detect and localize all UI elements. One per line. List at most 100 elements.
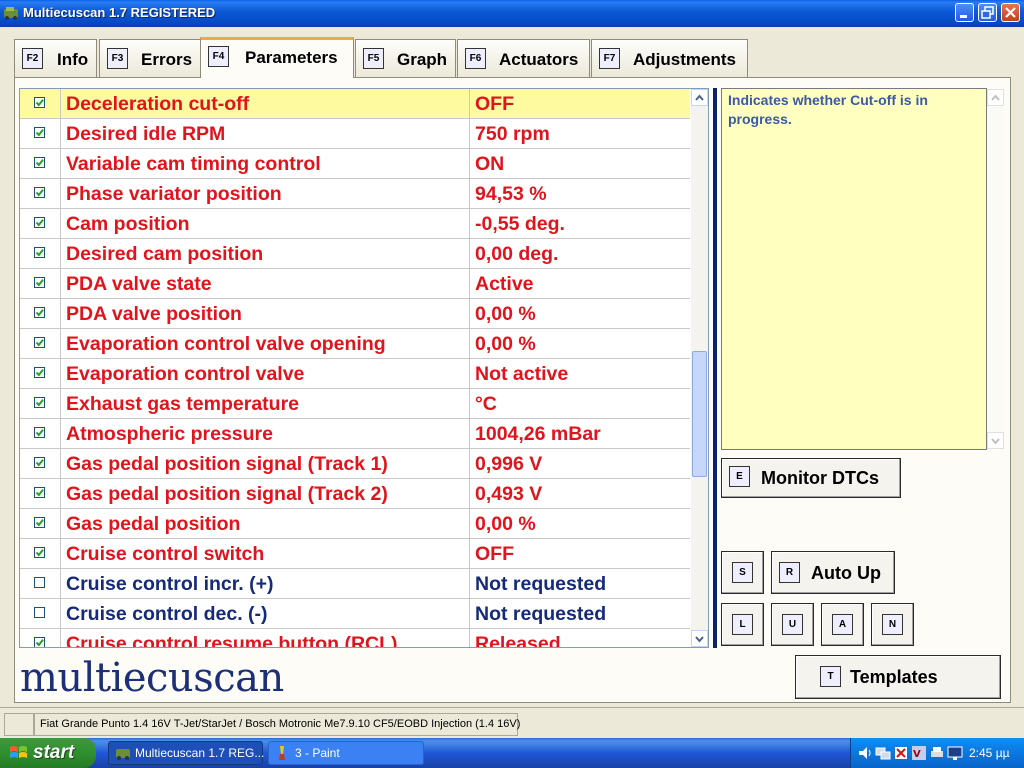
- tab-errors[interactable]: F3 Errors: [99, 39, 201, 77]
- parameter-row[interactable]: Cam position -0,55 deg.: [20, 209, 690, 239]
- checkbox-unchecked[interactable]: [34, 607, 45, 618]
- a-button[interactable]: A: [821, 603, 864, 646]
- column-separator: [469, 269, 470, 298]
- checkbox-checked[interactable]: [34, 427, 45, 438]
- checkbox-checked[interactable]: [34, 517, 45, 528]
- checkbox-checked[interactable]: [34, 547, 45, 558]
- checkbox-cell: [20, 209, 61, 238]
- checkmark-icon: [35, 339, 44, 347]
- checkbox-checked[interactable]: [34, 487, 45, 498]
- n-button[interactable]: N: [871, 603, 914, 646]
- checkmark-icon: [35, 399, 44, 407]
- tab-parameters-label: Parameters: [245, 48, 338, 67]
- column-separator: [469, 329, 470, 358]
- checkbox-checked[interactable]: [34, 187, 45, 198]
- antivirus-icon[interactable]: V: [911, 745, 927, 761]
- title-bar: Multiecuscan 1.7 REGISTERED: [0, 0, 1024, 27]
- parameter-row[interactable]: Desired cam position 0,00 deg.: [20, 239, 690, 269]
- checkbox-cell: [20, 539, 61, 568]
- tab-adjustments[interactable]: F7 Adjustments: [591, 39, 748, 77]
- printer-icon[interactable]: [929, 745, 945, 761]
- parameter-row[interactable]: Gas pedal position signal (Track 2) 0,493…: [20, 479, 690, 509]
- parameter-row[interactable]: Cruise control switch OFF: [20, 539, 690, 569]
- checkbox-checked[interactable]: [34, 367, 45, 378]
- tab-info-label: Info: [57, 50, 89, 69]
- checkbox-checked[interactable]: [34, 97, 45, 108]
- taskbar-item-paint[interactable]: 3 - Paint: [268, 741, 424, 765]
- u-button[interactable]: U: [771, 603, 814, 646]
- parameter-row[interactable]: Deceleration cut-off OFF: [20, 89, 690, 119]
- checkmark-icon: [35, 309, 44, 317]
- auto-up-button[interactable]: R Auto Up: [771, 551, 895, 594]
- parameter-list[interactable]: Deceleration cut-off OFF Desired idle RPM 7…: [19, 88, 709, 648]
- parameter-row[interactable]: Cruise control dec. (-) Not requested: [20, 599, 690, 629]
- parameter-row[interactable]: Exhaust gas temperature °C: [20, 389, 690, 419]
- checkbox-checked[interactable]: [34, 277, 45, 288]
- taskbar-item-multiecuscan[interactable]: Multiecuscan 1.7 REG...: [108, 741, 264, 765]
- parameter-name: Cam position: [66, 213, 190, 235]
- parameter-row[interactable]: Atmospheric pressure 1004,26 mBar: [20, 419, 690, 449]
- parameter-list-scrollbar[interactable]: [691, 89, 708, 647]
- s-button[interactable]: S: [721, 551, 764, 594]
- parameter-row[interactable]: Cruise control incr. (+) Not requested: [20, 569, 690, 599]
- tab-info[interactable]: F2 Info: [14, 39, 97, 77]
- tab-actuators[interactable]: F6 Actuators: [457, 39, 590, 77]
- column-separator: [469, 359, 470, 388]
- desc-scroll-down-icon[interactable]: [987, 432, 1004, 449]
- e-key: E: [729, 466, 750, 487]
- checkbox-checked[interactable]: [34, 157, 45, 168]
- parameter-row[interactable]: Evaporation control valve opening 0,00 %: [20, 329, 690, 359]
- volume-icon[interactable]: [857, 745, 873, 761]
- parameter-row[interactable]: Desired idle RPM 750 rpm: [20, 119, 690, 149]
- l-button[interactable]: L: [721, 603, 764, 646]
- checkbox-checked[interactable]: [34, 457, 45, 468]
- checkbox-cell: [20, 629, 61, 647]
- security-alert-icon[interactable]: [893, 745, 909, 761]
- parameter-row[interactable]: Variable cam timing control ON: [20, 149, 690, 179]
- checkmark-icon: [35, 429, 44, 437]
- checkbox-cell: [20, 299, 61, 328]
- network-icon[interactable]: [875, 745, 891, 761]
- monitor-dtcs-label: Monitor DTCs: [761, 468, 879, 488]
- parameter-row[interactable]: Evaporation control valve Not active: [20, 359, 690, 389]
- minimize-button[interactable]: [955, 3, 974, 22]
- monitor-dtcs-button[interactable]: E Monitor DTCs: [721, 458, 901, 498]
- scroll-up-arrow-icon[interactable]: [691, 89, 708, 106]
- parameter-name: Deceleration cut-off: [66, 93, 250, 115]
- monitor-icon[interactable]: [947, 745, 963, 761]
- start-button[interactable]: start: [0, 738, 96, 768]
- scroll-down-arrow-icon[interactable]: [691, 630, 708, 647]
- restore-button[interactable]: [978, 3, 997, 22]
- templates-button[interactable]: T Templates: [795, 655, 1001, 699]
- checkbox-checked[interactable]: [34, 217, 45, 228]
- description-text: Indicates whether Cut-off is in progress…: [728, 92, 928, 127]
- close-button[interactable]: [1001, 3, 1020, 22]
- tab-parameters[interactable]: F4 Parameters: [200, 37, 354, 78]
- parameter-description: Indicates whether Cut-off is in progress…: [721, 88, 1004, 450]
- parameter-value: 1004,26 mBar: [475, 423, 601, 445]
- parameter-row[interactable]: Phase variator position 94,53 %: [20, 179, 690, 209]
- checkbox-checked[interactable]: [34, 637, 45, 647]
- parameter-name: Desired idle RPM: [66, 123, 226, 145]
- desc-scroll-up-icon[interactable]: [987, 89, 1004, 106]
- status-bar: Fiat Grande Punto 1.4 16V T-Jet/StarJet …: [0, 707, 1024, 739]
- column-separator: [469, 179, 470, 208]
- parameter-row[interactable]: Gas pedal position 0,00 %: [20, 509, 690, 539]
- checkbox-checked[interactable]: [34, 307, 45, 318]
- parameter-row[interactable]: PDA valve position 0,00 %: [20, 299, 690, 329]
- vehicle-info: Fiat Grande Punto 1.4 16V T-Jet/StarJet …: [40, 718, 521, 730]
- scroll-thumb[interactable]: [692, 351, 707, 477]
- parameter-row[interactable]: PDA valve state Active: [20, 269, 690, 299]
- checkbox-checked[interactable]: [34, 247, 45, 258]
- description-scrollbar[interactable]: [987, 89, 1004, 449]
- tab-graph-label: Graph: [397, 50, 448, 69]
- checkbox-cell: [20, 449, 61, 478]
- parameter-row[interactable]: Cruise control resume button (RCL) Releas…: [20, 629, 690, 647]
- checkbox-unchecked[interactable]: [34, 577, 45, 588]
- parameter-row[interactable]: Gas pedal position signal (Track 1) 0,996…: [20, 449, 690, 479]
- checkbox-checked[interactable]: [34, 337, 45, 348]
- checkbox-checked[interactable]: [34, 127, 45, 138]
- tab-graph[interactable]: F5 Graph: [355, 39, 456, 77]
- checkbox-checked[interactable]: [34, 397, 45, 408]
- l-key: L: [732, 614, 753, 635]
